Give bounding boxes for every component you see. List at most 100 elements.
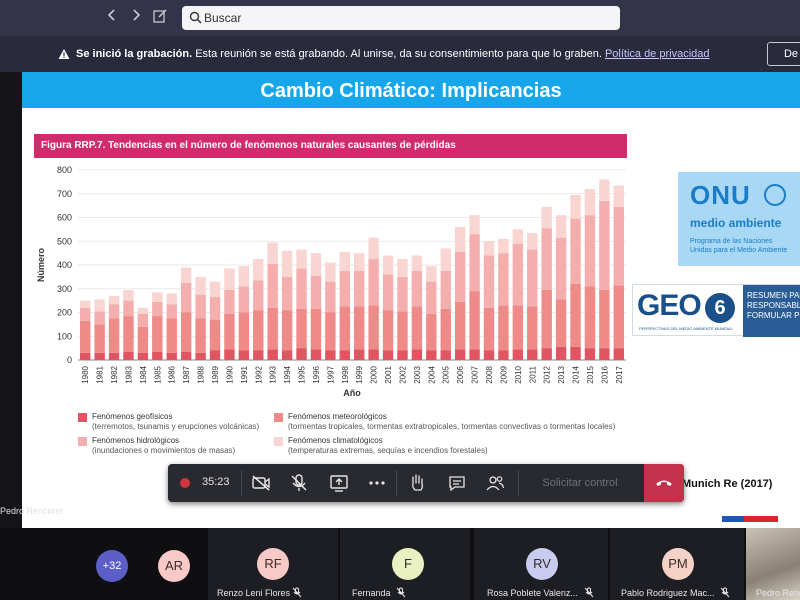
bar-segment [527, 306, 538, 350]
bar-segment [108, 352, 120, 360]
bar-segment [382, 310, 394, 351]
legend-swatch [78, 437, 87, 446]
privacy-policy-link[interactable]: Política de privacidad [605, 48, 710, 60]
compose-button[interactable] [150, 8, 170, 28]
bar-segment [426, 350, 437, 360]
x-tick-label: 1991 [240, 365, 249, 383]
participants-icon [486, 476, 505, 491]
bar-segment [137, 352, 149, 360]
bar-segment [166, 352, 177, 360]
bar-segment [599, 348, 610, 360]
participant-name: Pablo Rodriguez Mac... [621, 588, 715, 598]
participant-tile[interactable]: F Fernanda [340, 528, 470, 600]
participant-video-tile[interactable]: Pedro Renc [746, 528, 800, 600]
dismiss-button[interactable]: De [767, 42, 800, 66]
participant-tile[interactable]: RV Rosa Poblete Valenz... [474, 528, 608, 600]
share-screen-button[interactable] [328, 472, 350, 494]
mic-off-icon [584, 587, 594, 598]
bar-segment [440, 248, 451, 271]
bar-segment [339, 270, 350, 307]
participant-tile[interactable]: +32 AR [0, 528, 206, 600]
geo-panel-line: FORMULAR PO [747, 311, 800, 320]
bar-segment [180, 267, 192, 283]
bar-segment [599, 289, 610, 349]
bar-segment [281, 250, 293, 277]
x-tick-label: 2016 [600, 365, 609, 383]
compose-icon [153, 9, 167, 23]
y-tick-label: 800 [57, 165, 72, 175]
bar-segment [296, 308, 307, 349]
bar-segment [570, 218, 581, 284]
chat-button[interactable] [446, 472, 468, 494]
bar-segment [224, 268, 235, 290]
bar-segment [123, 289, 134, 301]
x-tick-label: 2003 [413, 365, 422, 383]
bar-segment [209, 319, 221, 351]
bar-segment [94, 352, 105, 360]
x-tick-label: 2005 [442, 365, 451, 383]
bar-segment [469, 234, 480, 292]
search-box[interactable] [182, 6, 620, 30]
bar-segment [253, 280, 264, 311]
more-options-button[interactable] [366, 472, 388, 494]
participant-tile[interactable]: PM Pablo Rodriguez Mac... [610, 528, 744, 600]
participant-name: Renzo Leni Flores [217, 588, 291, 598]
bar-segment [195, 294, 206, 319]
participants-button[interactable] [484, 472, 506, 494]
bar-segment [584, 189, 596, 216]
bar-segment [454, 349, 466, 360]
overflow-count-badge[interactable]: +32 [96, 550, 128, 582]
bar-segment [599, 179, 610, 201]
bar-segment [238, 312, 250, 351]
bar-segment [267, 349, 278, 360]
bar-segment [498, 305, 509, 351]
x-axis-label: Año [343, 388, 361, 398]
forward-button[interactable] [126, 8, 146, 28]
bar-segment [137, 307, 149, 314]
presentation-slide: Cambio Climático: Implicancias Figura RR… [22, 72, 800, 528]
search-input[interactable] [204, 8, 614, 28]
bar-segment [152, 301, 163, 317]
bar-segment [426, 266, 437, 282]
request-control-button[interactable]: Solicitar control [528, 470, 632, 496]
camera-off-icon [252, 475, 270, 491]
camera-button[interactable] [250, 472, 272, 494]
bar-segment [238, 266, 250, 287]
bar-segment [325, 350, 336, 360]
bar-segment [108, 304, 120, 319]
x-tick-label: 1998 [341, 365, 350, 383]
bar-segment [411, 270, 423, 307]
bar-segment [209, 350, 221, 360]
x-tick-label: 2017 [615, 365, 624, 383]
bar-segment [224, 289, 235, 314]
x-tick-label: 1981 [96, 365, 105, 383]
un-globe-icon [764, 184, 786, 206]
bar-segment [599, 200, 610, 290]
bar-segment [108, 295, 120, 305]
divider [518, 470, 519, 496]
y-tick-label: 400 [57, 260, 72, 270]
raise-hand-button[interactable] [406, 472, 428, 494]
presenter-name: Pedro Rencoret [0, 506, 64, 516]
bar-segment [310, 349, 322, 360]
back-button[interactable] [102, 8, 122, 28]
bar-segment [397, 350, 408, 360]
meeting-controls: 35:23 Solicitar control [168, 464, 684, 502]
x-tick-label: 2004 [427, 365, 436, 383]
onu-logo-text: ONU [690, 180, 751, 210]
bar-segment [209, 281, 221, 298]
bar-segment [555, 215, 567, 238]
bar-segment [541, 228, 552, 290]
participant-name: Rosa Poblete Valenz... [487, 588, 578, 598]
bar-segment [310, 308, 322, 350]
microphone-button[interactable] [288, 472, 310, 494]
hang-up-button[interactable] [644, 464, 684, 502]
bar-segment [354, 306, 365, 350]
bar-segment [440, 308, 451, 351]
y-tick-label: 600 [57, 213, 72, 223]
bar-segment [570, 284, 581, 347]
bar-segment [224, 313, 235, 350]
participant-tile[interactable]: RF Renzo Leni Flores [208, 528, 338, 600]
bar-segment [80, 320, 91, 353]
x-tick-label: 2009 [499, 365, 508, 383]
